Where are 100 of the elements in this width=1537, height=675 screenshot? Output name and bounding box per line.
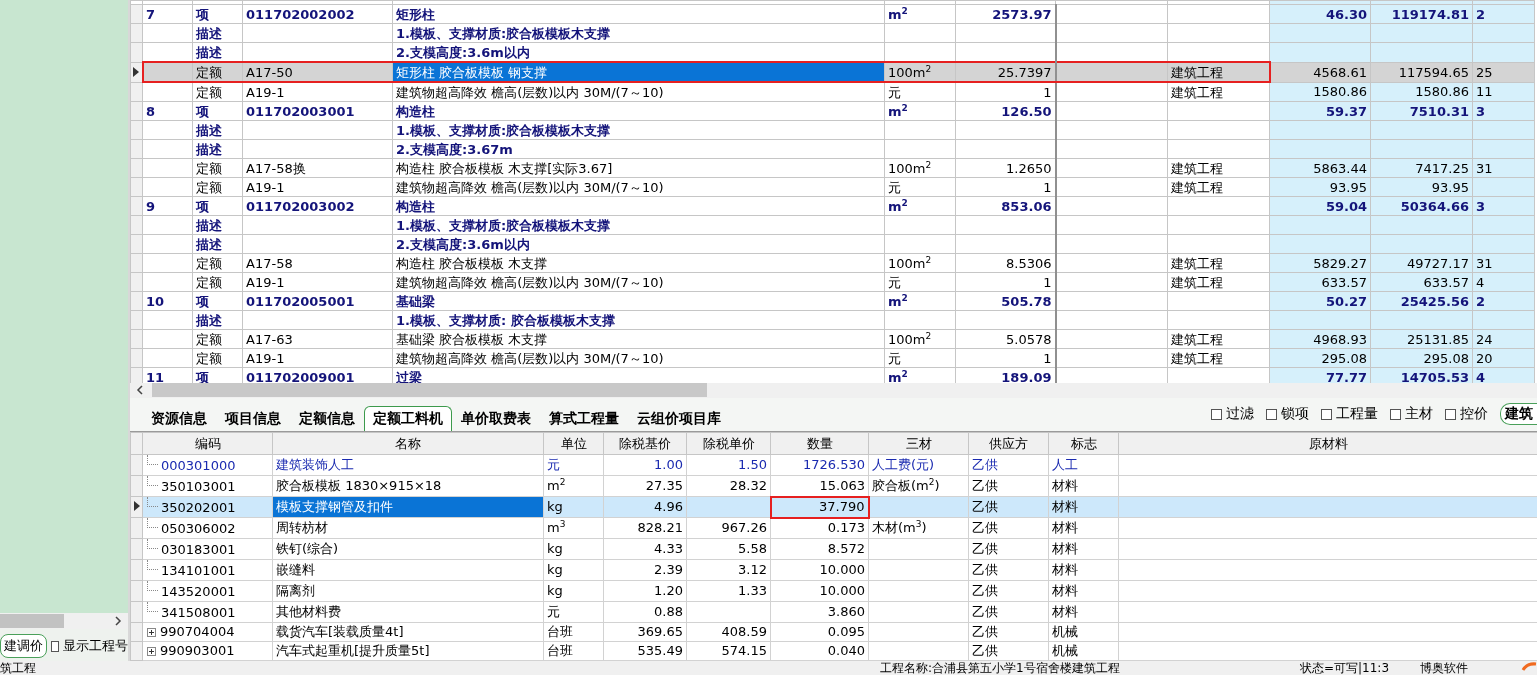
table-cell: 乙供	[968, 580, 1049, 602]
column-header[interactable]: 编码	[142, 432, 273, 455]
table-cell: 描述	[192, 120, 243, 140]
column-header[interactable]: 除税基价	[603, 432, 687, 455]
table-cell: 材料	[1048, 538, 1119, 560]
tab[interactable]: 算式工程量	[540, 406, 628, 431]
table-cell: 1.2650	[955, 158, 1056, 178]
table-cell: m$^{2}$	[884, 196, 956, 216]
status-text: 状态=可写|11:3	[1300, 661, 1391, 675]
table-cell: 项	[192, 101, 243, 121]
table-cell: m$^{2}$	[884, 4, 956, 24]
checkbox[interactable]	[1211, 408, 1222, 420]
adjust-price-button[interactable]: 建调价	[0, 634, 47, 658]
table-cell: 0.040	[770, 641, 869, 661]
table-cell: 2573.97	[955, 4, 1056, 24]
table-cell: 乙供	[968, 601, 1049, 623]
column-header[interactable]: 原材料	[1118, 432, 1537, 455]
column-header[interactable]: 标志	[1048, 432, 1119, 455]
table-cell: 350202001	[161, 500, 236, 515]
column-header[interactable]: 单位	[543, 432, 604, 455]
table-cell: 描述	[192, 139, 243, 159]
checkbox-label: 工程量	[1336, 405, 1378, 423]
tab[interactable]: 单价取费表	[452, 406, 540, 431]
table-cell: 505.78	[955, 291, 1056, 311]
row-number: 7	[142, 4, 193, 24]
table-cell: 木材(m$^{3}$)	[868, 517, 969, 539]
table-cell: 408.59	[686, 622, 771, 642]
table-cell: A19-1	[242, 177, 393, 197]
table-cell: 定额	[192, 253, 243, 273]
table-cell: 10.000	[770, 559, 869, 581]
table-cell: 27.35	[603, 475, 687, 497]
table-cell: 5.58	[686, 538, 771, 560]
table-cell: 描述	[192, 23, 243, 43]
table-cell: 材料	[1048, 580, 1119, 602]
table-cell: 4.33	[603, 538, 687, 560]
filter-button[interactable]: 建筑	[1500, 403, 1537, 425]
table-cell: 描述	[192, 234, 243, 254]
table-cell: 其他材料费	[272, 601, 544, 623]
table-cell: 元	[884, 272, 956, 292]
table-cell: A17-50	[242, 62, 393, 82]
tab[interactable]: 云组价项目库	[628, 406, 730, 431]
table-cell: 材料	[1048, 559, 1119, 581]
checkbox[interactable]	[1445, 408, 1456, 420]
tab[interactable]: 定额信息	[290, 406, 364, 431]
table-cell: 1	[955, 272, 1056, 292]
table-cell: 载货汽车[装载质量4t]	[272, 622, 544, 642]
checkbox[interactable]	[51, 640, 59, 652]
table-cell: kg	[543, 580, 604, 602]
checkbox[interactable]	[1390, 408, 1401, 420]
table-cell: 乙供	[968, 454, 1049, 476]
table-cell: 134101001	[161, 563, 236, 578]
table-cell: 350103001	[161, 479, 236, 494]
table-cell: 汽车式起重机[提升质量5t]	[272, 641, 544, 661]
table-cell: m$^{2}$	[884, 291, 956, 311]
checkbox[interactable]	[1321, 408, 1332, 420]
table-cell: 建筑工程	[1167, 158, 1270, 178]
table-cell: 元	[543, 454, 604, 476]
table-cell: 2.支模高度:3.67m	[392, 139, 885, 159]
row-pointer-icon	[133, 66, 140, 77]
arrow-left-icon[interactable]	[136, 385, 144, 396]
table-cell: 机械	[1048, 641, 1119, 661]
table-cell: 元	[884, 82, 956, 102]
checkbox-label: 过滤	[1226, 405, 1254, 423]
table-cell: 建筑工程	[1167, 329, 1270, 349]
table-cell: 定额	[192, 158, 243, 178]
expand-icon[interactable]	[147, 628, 156, 637]
table-cell: m$^{2}$	[543, 475, 604, 497]
table-cell: 建筑工程	[1167, 348, 1270, 368]
table-cell: 030183001	[161, 542, 236, 557]
table-cell: A19-1	[242, 272, 393, 292]
table-cell: 37.790	[770, 496, 869, 518]
status-text: 筑工程	[0, 661, 37, 675]
row-pointer-icon	[133, 501, 140, 511]
table-cell: 853.06	[955, 196, 1056, 216]
table-cell: 100m$^{2}$	[884, 253, 956, 273]
column-header[interactable]: 三材	[868, 432, 969, 455]
column-header[interactable]: 名称	[272, 432, 544, 455]
table-cell: 基础梁	[392, 291, 885, 311]
tab[interactable]: 资源信息	[142, 406, 216, 431]
table-cell: A19-1	[242, 82, 393, 102]
column-header[interactable]: 数量	[770, 432, 869, 455]
column-header[interactable]: 除税单价	[686, 432, 771, 455]
table-cell: 1.模板、支撑材质:胶合板模板木支撑	[392, 23, 885, 43]
arrow-right-icon[interactable]	[114, 616, 122, 626]
scrollbar[interactable]	[130, 382, 1537, 399]
checkbox[interactable]	[1266, 408, 1277, 420]
table-cell: 机械	[1048, 622, 1119, 642]
table-cell: 描述	[192, 310, 243, 330]
table-cell: 0.095	[770, 622, 869, 642]
tab[interactable]: 定额工料机	[364, 406, 452, 431]
table-cell: 项	[192, 291, 243, 311]
table-cell: 材料	[1048, 517, 1119, 539]
table-cell: 990903001	[160, 643, 235, 658]
table-cell: 元	[543, 601, 604, 623]
table-cell: 369.65	[603, 622, 687, 642]
table-cell: 341508001	[161, 605, 236, 620]
expand-icon[interactable]	[147, 647, 156, 656]
column-header[interactable]: 供应方	[968, 432, 1049, 455]
checkbox-label: 显示工程号	[63, 637, 128, 655]
tab[interactable]: 项目信息	[216, 406, 290, 431]
